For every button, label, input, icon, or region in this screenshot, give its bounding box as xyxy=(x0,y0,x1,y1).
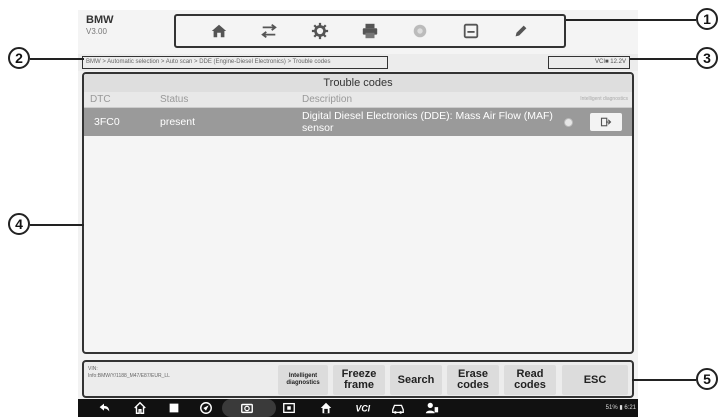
callout-1-leader xyxy=(566,19,696,21)
data-logging-button[interactable] xyxy=(506,19,536,43)
gear-icon xyxy=(311,22,328,40)
maxifix-home-icon xyxy=(320,402,332,414)
function-buttons-bar: VIN: Info:BMW/Y/1188_M47/E87/EUR_LL Inte… xyxy=(82,360,634,398)
battery-clock-status: 51% ▮ 6:21 xyxy=(605,405,636,411)
help-button[interactable] xyxy=(405,19,435,43)
read-codes-button[interactable]: Read codes xyxy=(504,365,556,395)
maxifix-home-button[interactable] xyxy=(318,400,334,416)
vci-icon: VCI xyxy=(356,404,371,414)
vehicle-swap-button[interactable] xyxy=(254,19,284,43)
screen-mirror-icon xyxy=(283,402,295,414)
breadcrumb[interactable]: BMW > Automatic selection > Auto scan > … xyxy=(82,56,388,69)
recent-apps-icon xyxy=(169,403,179,413)
save-icon xyxy=(463,23,478,39)
esc-button[interactable]: ESC xyxy=(562,365,628,395)
erase-codes-button[interactable]: Erase codes xyxy=(447,365,499,395)
trouble-codes-panel: Trouble codes DTC Status Description Int… xyxy=(82,72,634,354)
table-row[interactable]: 3FC0 present Digital Diesel Electronics … xyxy=(84,108,632,136)
callout-2: 2 xyxy=(8,47,30,69)
column-header-status: Status xyxy=(160,94,189,105)
home-nav-button[interactable] xyxy=(132,400,148,416)
top-toolbar: BMW V3.00 xyxy=(78,10,638,54)
vci-status-indicator: VCI■ 12.2V xyxy=(548,56,630,69)
function-toolbar xyxy=(174,14,566,48)
vehicle-icon xyxy=(392,404,404,414)
home-icon xyxy=(134,401,146,414)
settings-button[interactable] xyxy=(305,19,335,43)
app-name: BMW xyxy=(86,14,114,26)
browser-icon xyxy=(200,402,212,414)
vehicle-info: VIN: Info:BMW/Y/1188_M47/E87/EUR_LL xyxy=(88,366,170,379)
camera-icon xyxy=(241,403,253,414)
dtc-status: present xyxy=(160,116,196,128)
screen-mirror-button[interactable] xyxy=(281,400,297,416)
vci-button[interactable]: VCI xyxy=(353,400,379,416)
app-version: V3.00 xyxy=(86,27,107,36)
browser-button[interactable] xyxy=(198,400,214,416)
back-button[interactable] xyxy=(96,400,112,416)
recent-apps-button[interactable] xyxy=(166,400,182,416)
callout-4-leader xyxy=(30,224,84,226)
table-header: DTC Status Description Intelligent diagn… xyxy=(84,92,632,108)
navigation-bar: BMW > Automatic selection > Auto scan > … xyxy=(78,54,638,71)
home-button[interactable] xyxy=(204,19,234,43)
column-header-intelligent: Intelligent diagnostics xyxy=(580,96,628,102)
printer-icon xyxy=(362,23,378,39)
system-navigation-bar: VCI 51% ▮ 6:21 xyxy=(78,399,638,417)
callout-2-leader xyxy=(30,58,84,60)
panel-title: Trouble codes xyxy=(84,74,632,92)
dtc-code: 3FC0 xyxy=(94,116,120,128)
home-icon xyxy=(211,24,227,38)
print-button[interactable] xyxy=(355,19,385,43)
save-button[interactable] xyxy=(456,19,486,43)
dtc-description: Digital Diesel Electronics (DDE): Mass A… xyxy=(302,110,553,134)
dtc-help-button[interactable] xyxy=(590,113,622,131)
radio-indicator[interactable] xyxy=(564,118,573,127)
callout-4: 4 xyxy=(8,213,30,235)
search-button[interactable]: Search xyxy=(390,365,442,395)
column-header-dtc: DTC xyxy=(90,94,111,105)
callout-1: 1 xyxy=(696,8,718,30)
camera-button[interactable] xyxy=(239,400,255,416)
svg-text:VCI: VCI xyxy=(356,404,371,414)
user-button[interactable] xyxy=(424,400,440,416)
user-icon xyxy=(425,402,439,414)
document-arrow-icon xyxy=(600,117,612,127)
callout-5-leader xyxy=(632,379,696,381)
vehicle-button[interactable] xyxy=(390,400,406,416)
freeze-frame-button[interactable]: Freeze frame xyxy=(333,365,385,395)
callout-3-leader xyxy=(630,58,696,60)
intelligent-diagnostics-button[interactable]: Intelligent diagnostics xyxy=(278,365,328,395)
callout-3: 3 xyxy=(696,47,718,69)
tablet-screen: BMW V3.00 BMW > Automatic selection > Au… xyxy=(78,10,638,417)
back-icon xyxy=(99,403,110,412)
pencil-icon xyxy=(515,25,527,37)
vehicle-swap-icon xyxy=(261,23,278,39)
column-header-description: Description xyxy=(302,94,353,105)
help-icon xyxy=(413,24,427,38)
callout-5: 5 xyxy=(696,368,718,390)
